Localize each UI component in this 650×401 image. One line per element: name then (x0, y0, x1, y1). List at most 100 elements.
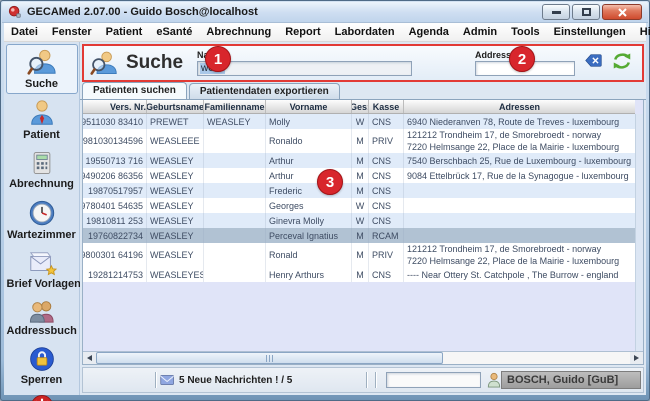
cell-geburtsname: WEASLEY (147, 198, 204, 213)
status-bar: 5 Neue Nachrichten ! / 5 BOSCH, Guido [G… (82, 367, 644, 393)
menu-item[interactable]: Patient (99, 26, 150, 38)
new-messages-status[interactable]: 5 Neue Nachrichten ! / 5 (179, 375, 292, 386)
tab-patienten-suchen[interactable]: Patienten suchen (82, 82, 187, 99)
column-header-vers-nr[interactable]: Vers. Nr. (83, 100, 147, 113)
cell-adressen: 121212 Trondheim 17, de Smorebroedt - no… (404, 129, 635, 153)
close-icon (618, 8, 627, 17)
cell-geburtsname: WEASLEY (147, 228, 204, 243)
cell-familienname (204, 267, 266, 282)
table-row[interactable]: 19281214753 WEASLEYES Henry Arthurs M CN… (83, 267, 635, 282)
sidebar-item-brief-vorlagen[interactable]: Brief Vorlagen (6, 246, 78, 294)
column-header-adressen[interactable]: Adressen (404, 100, 635, 113)
main-panel: Suche Namen: weas Addresse/Tel: (80, 42, 646, 395)
sidebar-item-patient[interactable]: Patient (6, 95, 78, 145)
tab-patientendaten-exportieren[interactable]: Patientendaten exportieren (189, 83, 340, 99)
cell-kasse: CNS (369, 267, 404, 282)
cell-familienname (204, 183, 266, 198)
messages-envelope-icon (160, 374, 175, 386)
minimize-button[interactable] (542, 4, 570, 20)
cell-geschlecht: M (352, 168, 369, 183)
cell-kasse: RCAM (369, 228, 404, 243)
scroll-right-button[interactable] (630, 352, 643, 364)
cell-geschlecht: W (352, 114, 369, 129)
table-row[interactable]: 19870517957 WEASLEY Frederic M CNS (83, 183, 635, 198)
column-header-vorname[interactable]: Vorname (266, 100, 352, 113)
table-row[interactable]: 19800301 64196 WEASLEY Ronald M PRIV 121… (83, 243, 635, 267)
cell-kasse: CNS (369, 114, 404, 129)
cell-adressen: 121212 Trondheim 17, de Smorebroedt - no… (404, 243, 635, 267)
sidebar-item-wartezimmer[interactable]: Wartezimmer (6, 195, 78, 245)
table-row[interactable]: 19760822734 WEASLEY Perceval Ignatius M … (83, 228, 635, 243)
table-row[interactable]: 19780401 54635 WEASLEY Georges W CNS (83, 198, 635, 213)
scrollbar-track[interactable] (443, 352, 630, 364)
scrollbar-thumb[interactable] (96, 352, 443, 364)
menu-item[interactable]: Abrechnung (199, 26, 278, 38)
search-panel: Suche Namen: weas Addresse/Tel: (82, 44, 644, 82)
refresh-button[interactable] (610, 49, 634, 78)
table-body: 19511030 83410 PREWET WEASLEY Molly W CN… (83, 114, 635, 282)
menu-item[interactable]: Einstellungen (547, 26, 633, 38)
maximize-button[interactable] (572, 4, 600, 20)
menu-item[interactable]: Labordaten (328, 26, 402, 38)
cell-vers-nr: 19810811 253 (83, 213, 147, 228)
clear-search-button[interactable] (585, 54, 602, 72)
menu-item[interactable]: Datei (4, 26, 45, 38)
sidebar-item-addressbuch[interactable]: Addressbuch (6, 295, 78, 341)
cell-adressen (404, 228, 635, 243)
cell-vers-nr: 1981030134596 (83, 129, 147, 153)
menu-item[interactable]: Report (278, 26, 327, 38)
vertical-scrollbar-track[interactable] (635, 114, 643, 351)
cell-geschlecht: M (352, 129, 369, 153)
cell-kasse: CNS (369, 198, 404, 213)
cell-adressen: 6940 Niederanven 78, Route de Treves - l… (404, 114, 635, 129)
table-row[interactable]: 19511030 83410 PREWET WEASLEY Molly W CN… (83, 114, 635, 129)
scroll-left-button[interactable] (83, 352, 96, 364)
menu-item[interactable]: Agenda (402, 26, 456, 38)
content-area: Suche Patient (4, 42, 646, 395)
cell-geschlecht: M (352, 228, 369, 243)
column-header-familienname[interactable]: Familienname (204, 100, 266, 113)
page-title: Suche (126, 52, 183, 74)
column-header-geschlecht[interactable]: Ges: (352, 100, 369, 113)
cell-familienname (204, 153, 266, 168)
clock-icon (27, 198, 57, 228)
cell-familienname (204, 213, 266, 228)
menu-item[interactable]: Admin (456, 26, 504, 38)
menu-item[interactable]: Hilfe (633, 26, 650, 38)
sidebar-item-abrechnung[interactable]: Abrechnung (6, 146, 78, 194)
close-button[interactable] (602, 4, 642, 20)
cell-vorname: Perceval Ignatius (266, 228, 352, 243)
sidebar-item-label: Patient (7, 129, 77, 141)
cell-kasse: CNS (369, 183, 404, 198)
menu-item[interactable]: Fenster (45, 26, 99, 38)
people-icon (27, 298, 57, 324)
cell-vers-nr: 19511030 83410 (83, 114, 147, 129)
logout-power-button[interactable] (29, 393, 55, 401)
menu-item[interactable]: eSanté (149, 26, 199, 38)
sidebar-item-suche[interactable]: Suche (6, 44, 78, 94)
cell-vers-nr: 19760822734 (83, 228, 147, 243)
table-row[interactable]: 1981030134596 WEASLEEE Ronaldo M PRIV 12… (83, 129, 635, 153)
cell-kasse: CNS (369, 153, 404, 168)
cell-geburtsname: WEASLEEE (147, 129, 204, 153)
cell-vorname: Ronald (266, 243, 352, 267)
column-header-kasse[interactable]: Kasse (369, 100, 404, 113)
cell-vorname: Ronaldo (266, 129, 352, 153)
progress-field (386, 372, 481, 388)
patient-icon (27, 98, 57, 128)
sidebar-item-sperren[interactable]: Sperren (6, 342, 78, 390)
application-window: GECAMed 2.07.00 - Guido Bosch@localhost … (0, 0, 650, 401)
cell-vorname: Georges (266, 198, 352, 213)
cell-geburtsname: WEASLEY (147, 213, 204, 228)
annotation-circle-3: 3 (317, 169, 343, 195)
sidebar-item-label: Brief Vorlagen (7, 278, 77, 290)
scrollbar-grip (269, 355, 270, 362)
annotation-circle-2: 2 (509, 46, 535, 72)
cell-adressen: ---- Near Ottery St. Catchpole , The Bur… (404, 267, 635, 282)
cell-vers-nr: 19550713 716 (83, 153, 147, 168)
table-row[interactable]: 19550713 716 WEASLEY Arthur M CNS 7540 B… (83, 153, 635, 168)
table-row[interactable]: 19490206 86356 WEASLEY Arthur M CNS 9084… (83, 168, 635, 183)
column-header-geburtsname[interactable]: Geburtsname (147, 100, 204, 113)
menu-item[interactable]: Tools (504, 26, 547, 38)
table-row[interactable]: 19810811 253 WEASLEY Ginevra Molly W CNS (83, 213, 635, 228)
